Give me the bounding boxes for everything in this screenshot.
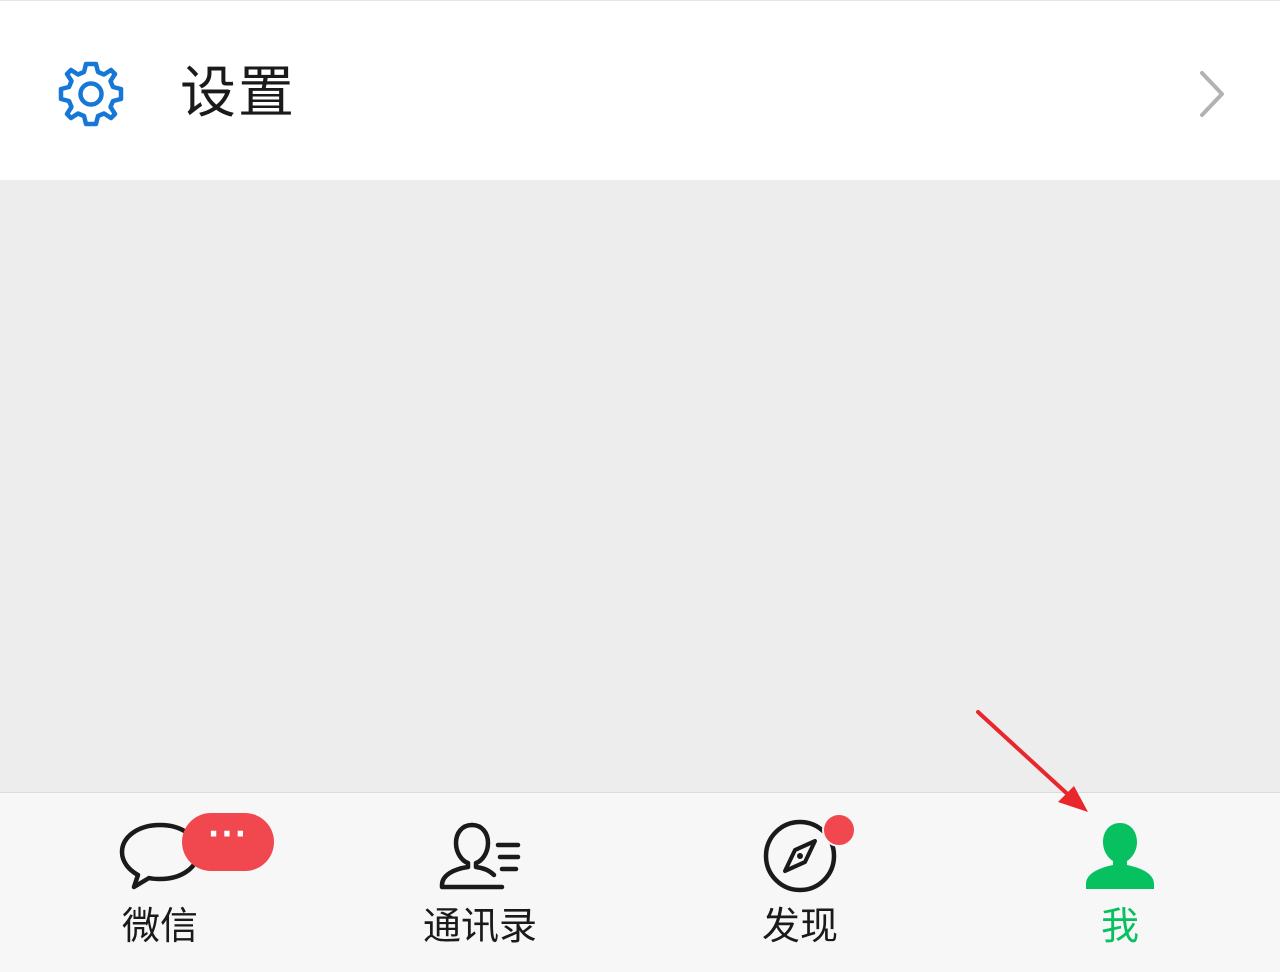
settings-label: 设置 xyxy=(180,61,296,126)
settings-row[interactable]: 设置 xyxy=(0,0,1280,180)
chevron-right-icon xyxy=(1200,71,1224,117)
wechat-me-screen: 设置 微信 ··· 通讯录 发现 我 xyxy=(0,0,1280,972)
unread-badge: ··· xyxy=(182,813,274,871)
annotation-arrow-icon xyxy=(976,710,1088,812)
discover-dot-badge xyxy=(822,813,856,847)
tab-label-discover: 发现 xyxy=(761,904,839,948)
tab-me[interactable]: 我 xyxy=(1040,793,1200,972)
content-area xyxy=(0,180,1280,792)
tab-discover[interactable]: 发现 xyxy=(720,793,880,972)
tab-contacts[interactable]: 通讯录 xyxy=(400,793,560,972)
person-icon xyxy=(1086,823,1154,889)
contacts-icon xyxy=(439,822,521,890)
bottom-tab-bar: 微信 ··· 通讯录 发现 我 xyxy=(0,792,1280,972)
tab-label-chats: 微信 xyxy=(121,904,199,948)
gear-icon xyxy=(58,61,124,127)
tab-label-contacts: 通讯录 xyxy=(422,904,538,948)
tab-label-me: 我 xyxy=(1100,904,1140,948)
